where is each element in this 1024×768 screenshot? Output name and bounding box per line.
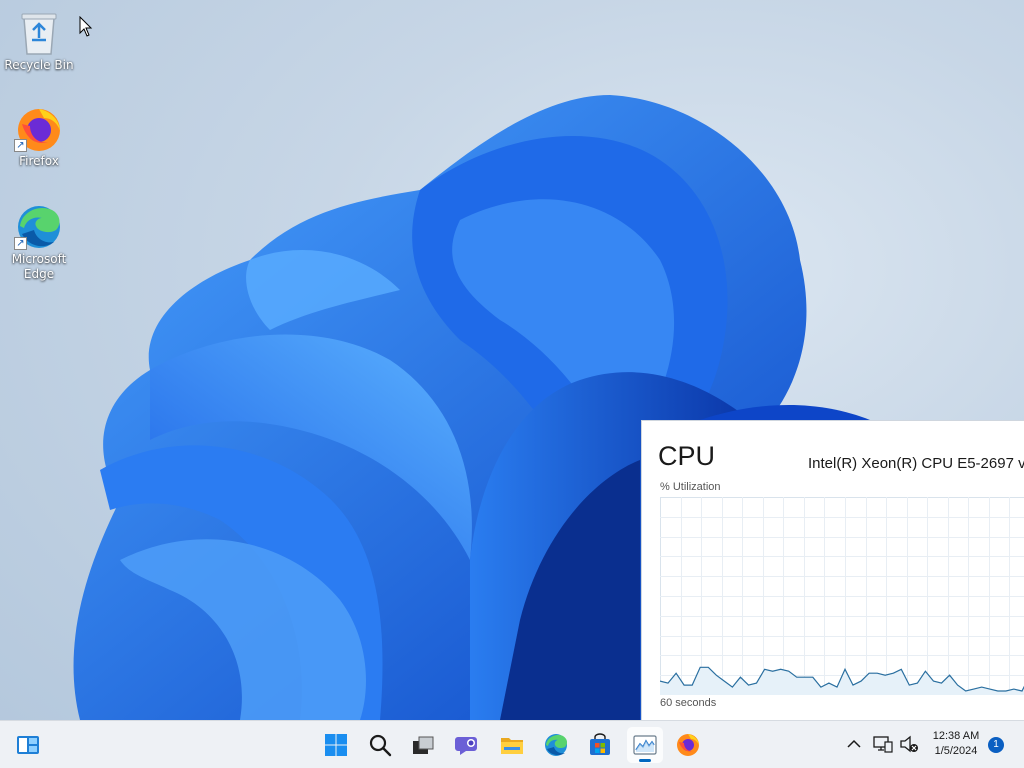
shortcut-arrow-icon: ↗ <box>14 237 27 250</box>
taskbar-widgets-button[interactable] <box>10 727 46 763</box>
task-manager-icon <box>633 735 657 755</box>
taskbar-file-explorer-button[interactable] <box>494 727 530 763</box>
task-view-icon <box>413 736 434 754</box>
recycle-bin-icon <box>14 10 64 56</box>
widgets-icon <box>17 736 39 754</box>
cpu-time-span-label: 60 seconds <box>660 697 717 709</box>
desktop-icon-label: Firefox <box>19 154 59 168</box>
desktop-icon-label: Recycle Bin <box>4 58 74 72</box>
cpu-utilization-graph <box>660 497 1024 695</box>
firefox-icon: ↗ <box>14 106 64 152</box>
taskbar-task-view-button[interactable] <box>405 727 441 763</box>
shortcut-arrow-icon: ↗ <box>14 139 27 152</box>
speaker-muted-icon[interactable] <box>899 735 919 753</box>
firefox-icon <box>677 734 699 756</box>
notification-badge[interactable]: 1 <box>988 737 1004 753</box>
cpu-model-name: Intel(R) Xeon(R) CPU E5-2697 v <box>808 455 1024 472</box>
taskbar: 12:38 AM 1/5/2024 1 <box>0 720 1024 768</box>
clock-time: 12:38 AM <box>932 730 980 742</box>
desktop-icon-recycle-bin[interactable]: Recycle Bin <box>3 10 75 73</box>
edge-icon <box>545 734 568 756</box>
taskbar-firefox-button[interactable] <box>670 727 706 763</box>
system-clock[interactable]: 12:38 AM 1/5/2024 <box>926 729 986 759</box>
store-icon <box>590 733 610 755</box>
edge-icon: ↗ <box>14 204 64 250</box>
folder-icon <box>501 738 523 754</box>
teams-chat-icon <box>455 737 477 755</box>
desktop-icon-firefox[interactable]: ↗ Firefox <box>3 106 75 169</box>
desktop-icon-label: Microsoft Edge <box>11 252 67 281</box>
clock-date: 1/5/2024 <box>934 745 978 757</box>
cpu-title: CPU <box>658 441 716 471</box>
desktop-icon-microsoft-edge[interactable]: ↗ Microsoft Edge <box>3 204 75 282</box>
cpu-performance-panel: CPU Intel(R) Xeon(R) CPU E5-2697 v % Uti… <box>641 420 1024 720</box>
windows-start-icon <box>325 734 347 756</box>
taskbar-search-button[interactable] <box>362 727 398 763</box>
network-icon[interactable] <box>873 735 893 753</box>
search-icon <box>369 734 392 757</box>
taskbar-active-indicator <box>639 759 651 762</box>
taskbar-task-manager-button[interactable] <box>627 727 663 763</box>
taskbar-edge-button[interactable] <box>538 727 574 763</box>
chevron-up-icon[interactable] <box>846 738 862 750</box>
taskbar-chat-button[interactable] <box>449 727 485 763</box>
taskbar-store-button[interactable] <box>582 727 618 763</box>
cpu-utilization-label: % Utilization <box>660 481 721 493</box>
taskbar-start-button[interactable] <box>318 727 354 763</box>
mouse-cursor-icon <box>79 16 93 37</box>
